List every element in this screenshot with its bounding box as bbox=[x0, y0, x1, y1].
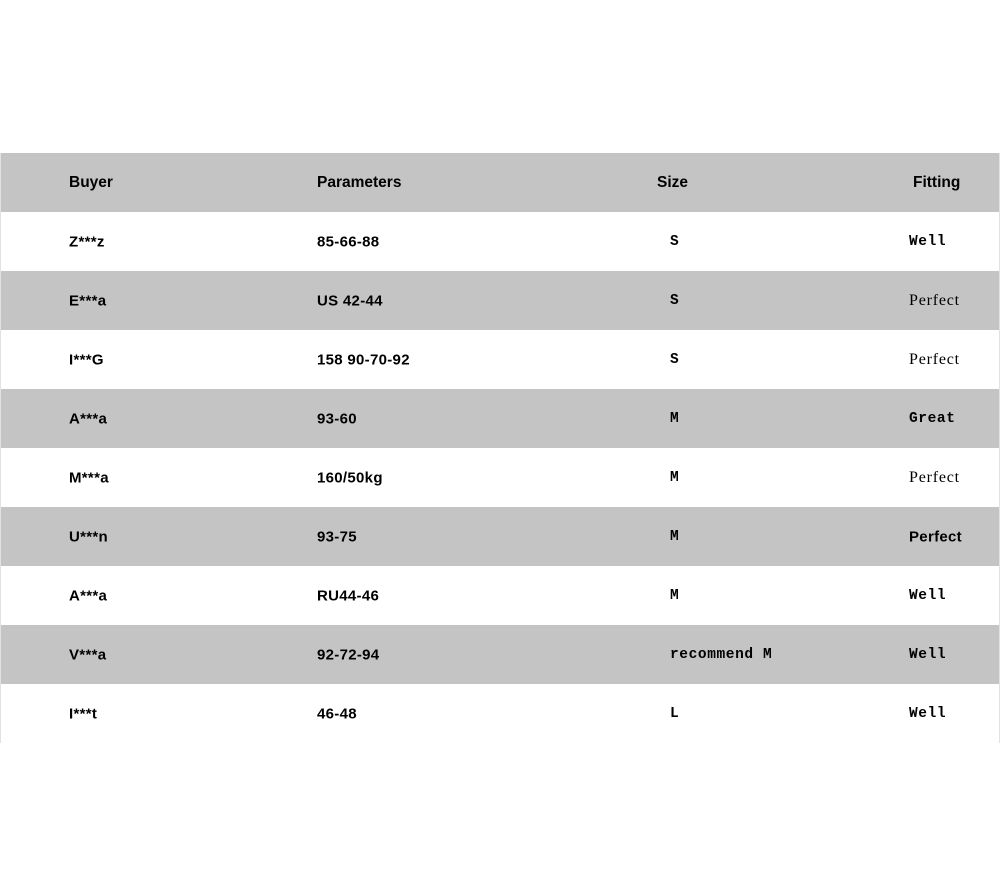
table-row: E***a US 42-44 S Perfect bbox=[1, 271, 999, 330]
table-row: A***a RU44-46 M Well bbox=[1, 566, 999, 625]
cell-buyer: I***G bbox=[69, 351, 104, 368]
cell-size: S bbox=[670, 233, 680, 250]
cell-parameters: 85-66-88 bbox=[317, 233, 380, 250]
cell-parameters: 92-72-94 bbox=[317, 646, 380, 663]
table-row: V***a 92-72-94 recommend M Well bbox=[1, 625, 999, 684]
cell-size: S bbox=[670, 292, 680, 309]
cell-size: S bbox=[670, 351, 680, 368]
cell-size: M bbox=[670, 410, 680, 427]
column-header-parameters: Parameters bbox=[317, 173, 402, 191]
cell-fitting: Perfect bbox=[909, 291, 960, 309]
cell-buyer: A***a bbox=[69, 587, 108, 604]
cell-fitting: Perfect bbox=[909, 468, 960, 486]
page-root: Buyer Parameters Size Fitting Z***z 85-66… bbox=[0, 0, 1000, 889]
cell-buyer: Z***z bbox=[69, 233, 105, 250]
cell-parameters: US 42-44 bbox=[317, 292, 383, 309]
cell-parameters: 158 90-70-92 bbox=[317, 351, 410, 368]
cell-buyer: I***t bbox=[69, 705, 98, 722]
table-body: Z***z 85-66-88 S Well E***a US 42-44 S Perfect I… bbox=[1, 212, 999, 743]
cell-fitting: Perfect bbox=[909, 528, 962, 545]
cell-parameters: 93-75 bbox=[317, 528, 357, 545]
cell-size: M bbox=[670, 587, 680, 604]
cell-fitting: Perfect bbox=[909, 350, 960, 368]
cell-fitting: Well bbox=[909, 705, 947, 722]
table-row: I***t 46-48 L Well bbox=[1, 684, 999, 743]
cell-buyer: U***n bbox=[69, 528, 109, 545]
column-header-buyer: Buyer bbox=[69, 173, 113, 191]
table-row: Z***z 85-66-88 S Well bbox=[1, 212, 999, 271]
column-header-fitting: Fitting bbox=[913, 173, 961, 191]
table-row: I***G 158 90-70-92 S Perfect bbox=[1, 330, 999, 389]
table-header-row: Buyer Parameters Size Fitting bbox=[1, 153, 999, 212]
cell-buyer: M***a bbox=[69, 469, 109, 486]
cell-parameters: RU44-46 bbox=[317, 587, 380, 604]
cell-fitting: Well bbox=[909, 587, 947, 604]
cell-buyer: E***a bbox=[69, 292, 107, 309]
cell-fitting: Well bbox=[909, 233, 947, 250]
table-row: U***n 93-75 M Perfect bbox=[1, 507, 999, 566]
cell-fitting: Well bbox=[909, 646, 947, 663]
cell-parameters: 93-60 bbox=[317, 410, 357, 427]
cell-buyer: V***a bbox=[69, 646, 107, 663]
cell-parameters: 46-48 bbox=[317, 705, 357, 722]
cell-fitting: Great bbox=[909, 410, 956, 427]
cell-size: L bbox=[670, 705, 680, 722]
cell-parameters: 160/50kg bbox=[317, 469, 383, 486]
table-row: M***a 160/50kg M Perfect bbox=[1, 448, 999, 507]
table-row: A***a 93-60 M Great bbox=[1, 389, 999, 448]
column-header-size: Size bbox=[657, 173, 689, 191]
cell-size: recommend M bbox=[670, 646, 773, 663]
buyer-reviews-table: Buyer Parameters Size Fitting Z***z 85-66… bbox=[0, 153, 1000, 743]
cell-buyer: A***a bbox=[69, 410, 108, 427]
cell-size: M bbox=[670, 528, 680, 545]
cell-size: M bbox=[670, 469, 680, 486]
